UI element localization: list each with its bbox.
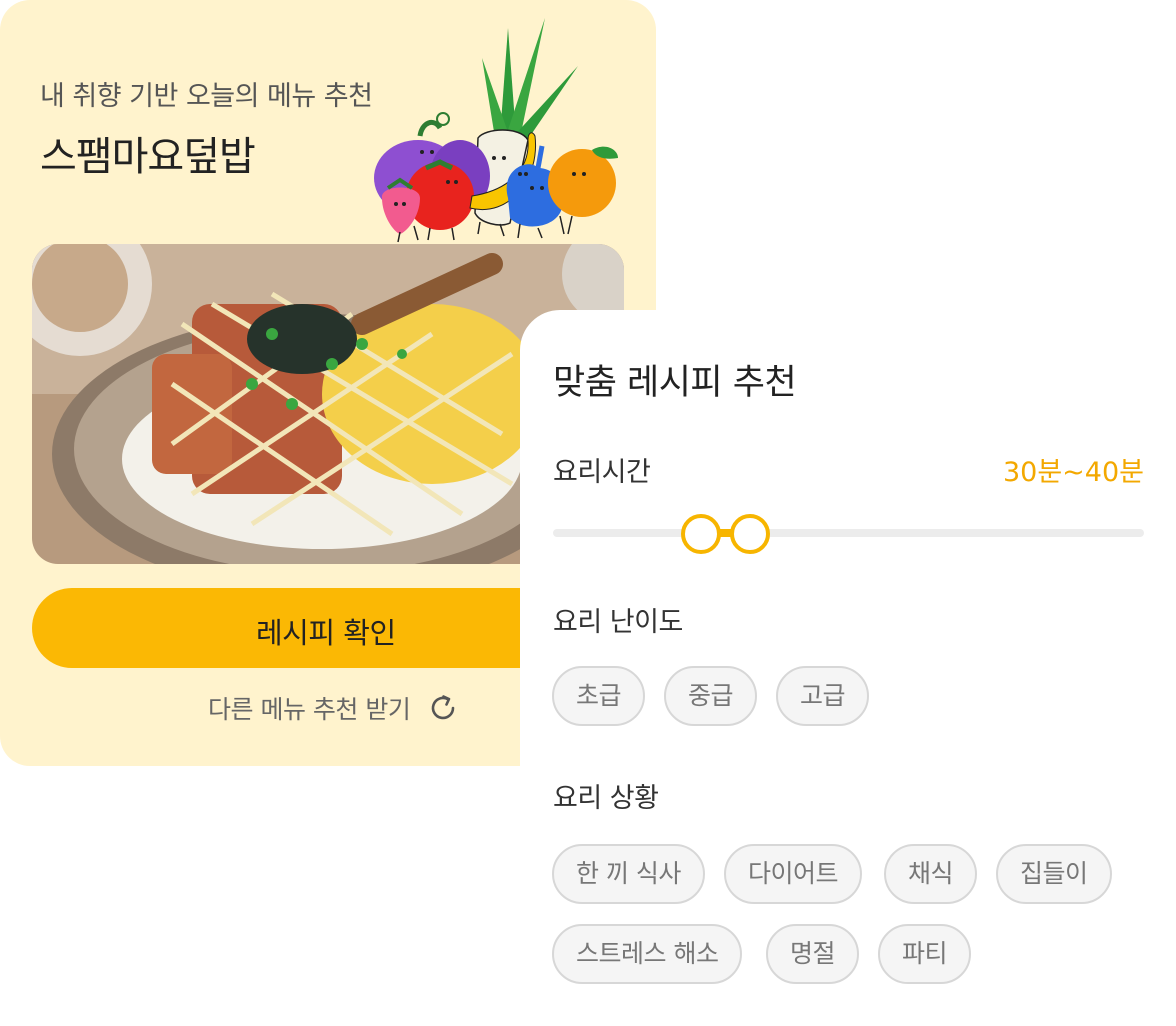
cook-time-min-handle[interactable] [680, 514, 721, 554]
vegetable-characters-illustration [374, 18, 618, 243]
situation-chip-diet[interactable]: 다이어트 [724, 844, 863, 904]
cook-time-label: 요리시간 [553, 457, 651, 488]
difficulty-label: 요리 난이도 [553, 607, 683, 638]
difficulty-chip-advanced[interactable]: 고급 [776, 666, 870, 726]
situation-chip-single-meal[interactable]: 한 끼 식사 [552, 844, 705, 904]
difficulty-chip-beginner[interactable]: 초급 [552, 666, 646, 726]
cook-time-slider-track[interactable] [553, 529, 1144, 537]
custom-recipe-panel: 맞춤 레시피 추천 요리시간 30분~40분 요리 난이도 초급 중급 고급 요… [520, 310, 1176, 1026]
situation-label: 요리 상황 [553, 783, 659, 814]
menu-name: 스팸마요덮밥 [40, 134, 256, 180]
refresh-label: 다른 메뉴 추천 받기 [208, 695, 411, 724]
panel-title: 맞춤 레시피 추천 [553, 363, 797, 403]
recommendation-subtitle: 내 취향 기반 오늘의 메뉴 추천 [40, 81, 373, 112]
refresh-icon [432, 695, 455, 720]
cook-time-value: 30분~40분 [1002, 457, 1144, 488]
situation-chip-vegetarian[interactable]: 채식 [884, 844, 978, 904]
situation-chip-holiday[interactable]: 명절 [766, 924, 860, 984]
situation-chip-housewarming[interactable]: 집들이 [996, 844, 1112, 904]
cook-time-max-handle[interactable] [730, 514, 770, 554]
view-recipe-label: 레시피 확인 [256, 616, 396, 650]
refresh-recommendation-link[interactable]: 다른 메뉴 추천 받기 [208, 690, 458, 726]
situation-chip-stress-relief[interactable]: 스트레스 해소 [552, 924, 743, 984]
situation-chip-party[interactable]: 파티 [878, 924, 972, 984]
difficulty-chip-intermediate[interactable]: 중급 [664, 666, 758, 726]
